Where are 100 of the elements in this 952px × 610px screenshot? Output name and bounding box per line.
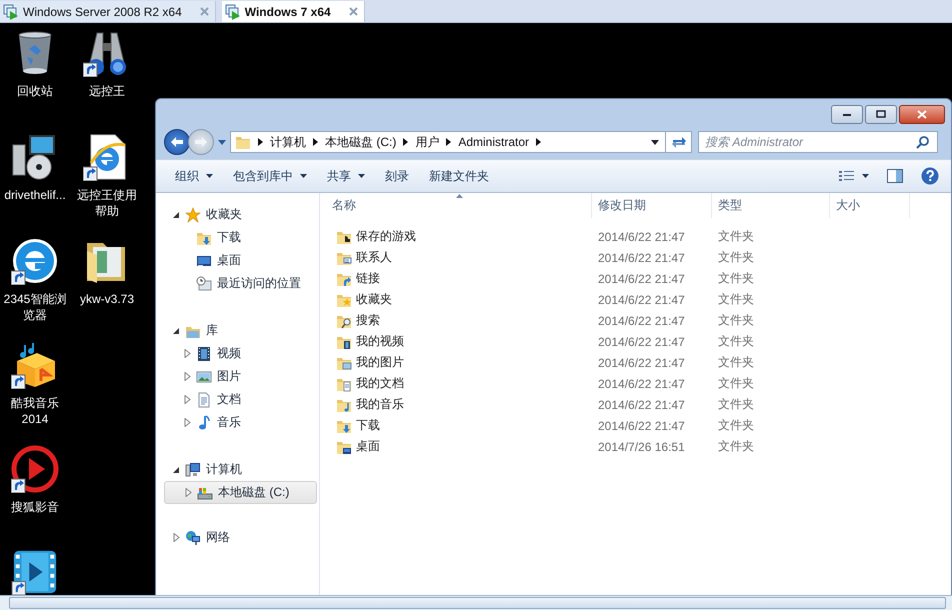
back-button[interactable]: [164, 129, 190, 155]
chevron-icon[interactable]: [446, 138, 452, 146]
maximize-icon: [876, 110, 886, 118]
breadcrumb-item[interactable]: Administrator: [458, 135, 530, 149]
toolbar-button[interactable]: 包含到库中: [226, 164, 314, 188]
caret-icon: [300, 174, 307, 178]
chevron-icon[interactable]: [258, 138, 263, 146]
computer-icon: [185, 462, 201, 478]
nav-tree-item[interactable]: 音乐: [164, 411, 317, 434]
file-name[interactable]: 链接: [320, 270, 592, 287]
breadcrumb-item[interactable]: 计算机: [270, 134, 306, 150]
chevron-icon[interactable]: [403, 138, 408, 146]
forward-arrow-icon: [194, 136, 208, 148]
date-cell-text: 2014/6/22 21:47: [597, 356, 686, 370]
date-cell-text: 2014/6/22 21:47: [597, 272, 686, 286]
column-header[interactable]: 名称: [320, 193, 592, 218]
collapsed-arrow-icon: [184, 372, 191, 381]
date-cell-text: 2014/7/26 16:51: [597, 440, 686, 454]
type-cell-text: 文件夹: [717, 291, 755, 308]
date-cell-text: 2014/6/22 21:47: [597, 376, 686, 390]
address-bar[interactable]: 计算机 本地磁盘 (C:) 用户 Administrator: [230, 131, 666, 153]
recent-places-icon: [196, 276, 212, 292]
nav-tree-item[interactable]: 最近访问的位置: [164, 272, 317, 295]
horizontal-scrollbar[interactable]: [0, 595, 952, 610]
minimize-button[interactable]: [831, 104, 863, 124]
pane-icon: [887, 169, 903, 183]
minimize-icon: [842, 111, 852, 117]
expanded-arrow-icon: [173, 327, 180, 334]
refresh-button[interactable]: [666, 131, 692, 153]
network-icon: [185, 530, 201, 546]
desktop-icon-label[interactable]: 远控王: [72, 83, 142, 99]
toolbar-button[interactable]: 共享: [320, 164, 372, 188]
search-field[interactable]: 搜索 Administrator: [698, 131, 938, 153]
folder-icon: [235, 134, 251, 150]
nav-tree-item[interactable]: 本地磁盘 (C:): [164, 481, 317, 504]
file-name[interactable]: 我的音乐: [320, 396, 592, 413]
column-header[interactable]: 类型: [712, 193, 830, 218]
nav-tree-item[interactable]: 计算机: [156, 458, 319, 481]
type-cell-text: 文件夹: [717, 270, 755, 287]
file-name[interactable]: 我的文档: [320, 375, 592, 392]
vm-tab[interactable]: Windows Server 2008 R2 x64: [0, 1, 216, 22]
nav-tree-item[interactable]: 库: [156, 319, 319, 342]
nav-tree-item[interactable]: 收藏夹: [156, 203, 319, 226]
date-cell-text: 2014/6/22 21:47: [597, 314, 686, 328]
type-cell-text: 文件夹: [717, 333, 755, 350]
vm-tab[interactable]: Windows 7 x64: [222, 1, 365, 22]
star-icon: [185, 206, 201, 222]
caret-icon: [358, 174, 365, 178]
date-cell-text: 2014/6/22 21:47: [597, 334, 686, 348]
nav-tree-item[interactable]: 文档: [164, 388, 317, 411]
maximize-button[interactable]: [865, 104, 897, 124]
type-cell-text: 文件夹: [717, 354, 755, 371]
collapsed-arrow-icon: [185, 488, 192, 497]
nav-tree-item[interactable]: 桌面: [164, 249, 317, 272]
column-header[interactable]: 大小: [830, 193, 910, 218]
desktop-icon-label[interactable]: ykw-v3.73: [72, 291, 142, 307]
nav-tree-item[interactable]: 图片: [164, 365, 317, 388]
file-name[interactable]: 联系人: [320, 249, 592, 266]
refresh-arrows-icon: [670, 135, 686, 149]
desktop-icon-label[interactable]: 回收站: [0, 83, 70, 99]
close-button[interactable]: [899, 104, 945, 124]
toolbar-button[interactable]: 刻录: [378, 164, 416, 188]
type-cell-text: 文件夹: [717, 375, 755, 392]
column-header[interactable]: 修改日期: [592, 193, 712, 218]
film-play-icon: [11, 549, 59, 595]
desktop-icon-label[interactable]: 酷我音乐2014: [0, 395, 70, 427]
expanded-arrow-icon: [173, 466, 180, 473]
sort-arrow-icon: [456, 194, 462, 198]
desktop-icon-label[interactable]: 远控王使用帮助: [72, 187, 142, 219]
file-name[interactable]: 收藏夹: [320, 291, 592, 308]
file-name[interactable]: 保存的游戏: [320, 228, 592, 245]
dropdown-arrow-icon[interactable]: [651, 140, 659, 144]
nav-tree-item[interactable]: 网络: [156, 526, 319, 549]
desktop-icon-label[interactable]: 搜狐影音: [0, 499, 70, 515]
breadcrumb-item[interactable]: 用户: [415, 134, 440, 150]
file-name[interactable]: 下载: [320, 417, 592, 434]
close-icon[interactable]: [348, 7, 358, 16]
vm-icon: [224, 4, 241, 20]
toolbar-button[interactable]: 组织: [168, 164, 220, 188]
nav-tree-item[interactable]: 视频: [164, 342, 317, 365]
desktop-icon-label[interactable]: 2345智能浏览器: [0, 291, 70, 323]
chevron-icon[interactable]: [313, 138, 318, 146]
collapsed-arrow-icon: [184, 418, 191, 427]
breadcrumb-item[interactable]: 本地磁盘 (C:): [325, 134, 396, 150]
toolbar-button[interactable]: 新建文件夹: [422, 164, 496, 188]
type-cell-text: 文件夹: [717, 249, 755, 266]
play-circle-icon: [11, 445, 59, 493]
file-name[interactable]: 我的视频: [320, 333, 592, 350]
file-name[interactable]: 我的图片: [320, 354, 592, 371]
desktop-icon-label[interactable]: drivethelif...: [0, 187, 70, 203]
chevron-icon[interactable]: [536, 138, 542, 146]
type-cell-text: 文件夹: [717, 228, 755, 245]
scroll-thumb[interactable]: [9, 597, 946, 609]
file-name[interactable]: 搜索: [320, 312, 592, 329]
date-cell-text: 2014/6/22 21:47: [597, 292, 686, 306]
caret-icon: [862, 174, 869, 178]
type-cell-text: 文件夹: [717, 417, 755, 434]
list-view-icon: [839, 170, 855, 182]
file-name[interactable]: 桌面: [320, 438, 592, 455]
nav-tree-item[interactable]: 下载: [164, 226, 317, 249]
